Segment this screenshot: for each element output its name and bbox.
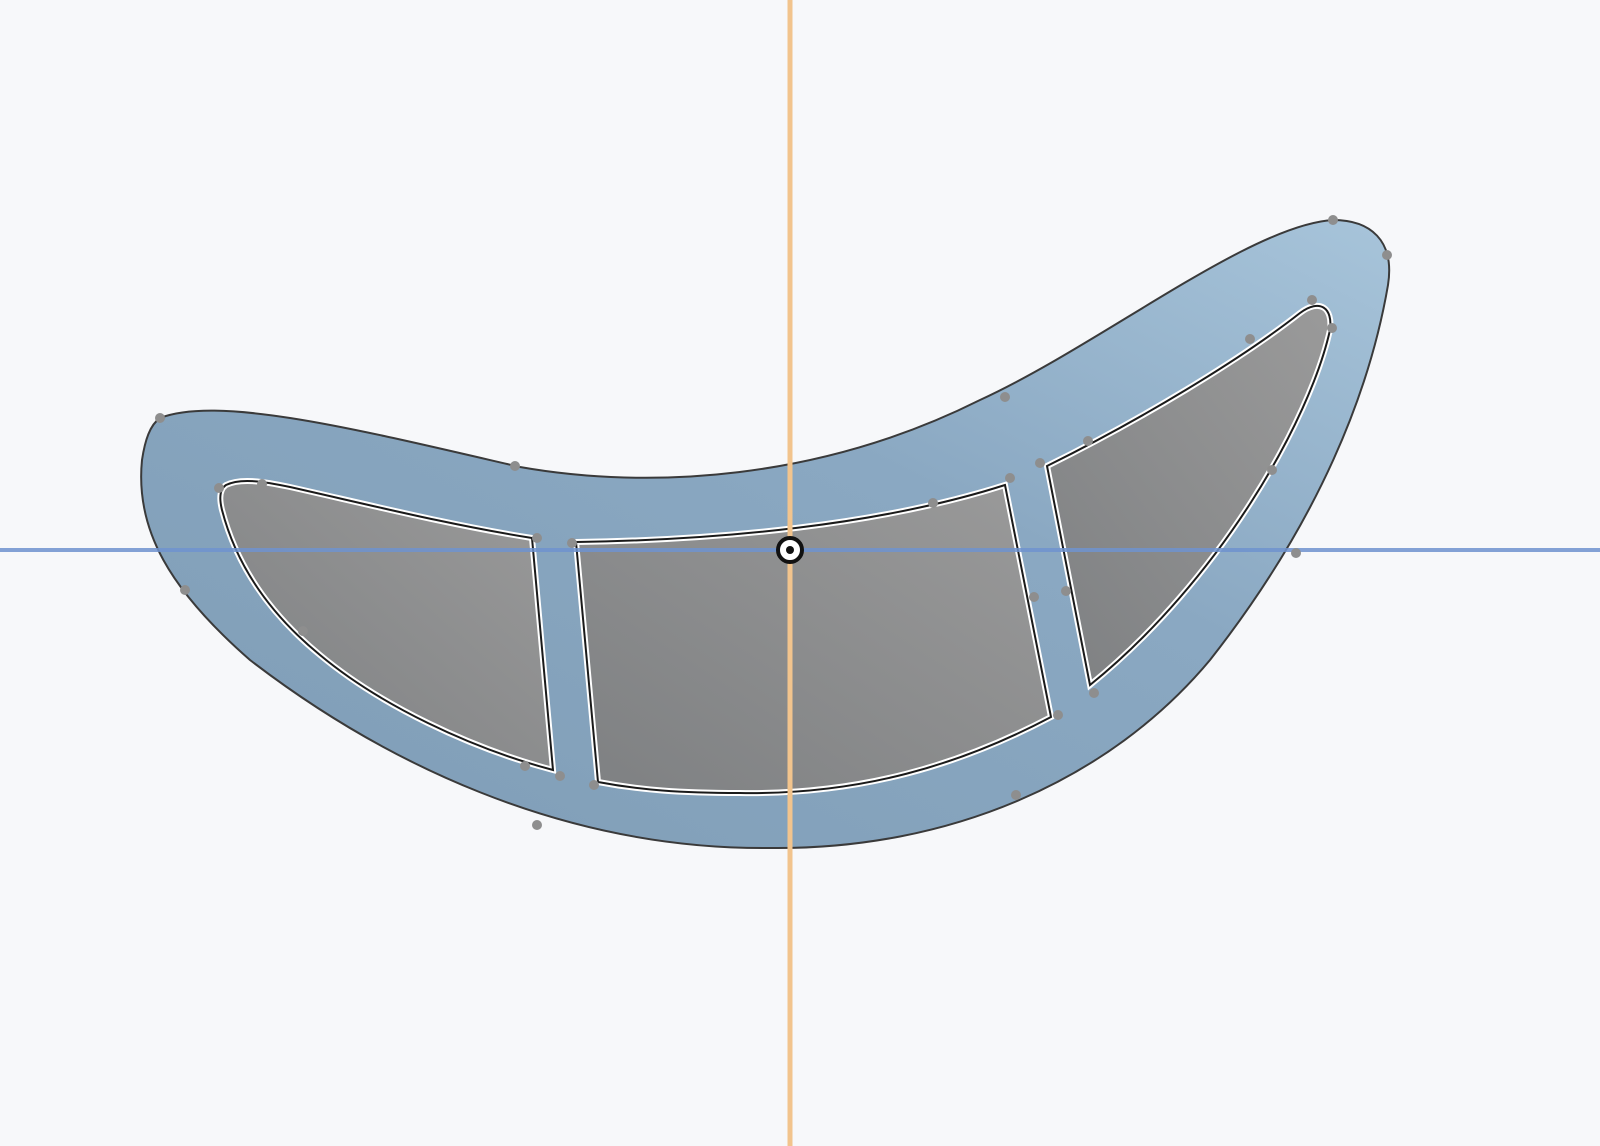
sketch-point-icon[interactable] [1327, 323, 1337, 333]
sketch-point-icon[interactable] [532, 820, 542, 830]
sketch-point-icon[interactable] [214, 483, 224, 493]
sketch-point-icon[interactable] [520, 761, 530, 771]
sketch-point-icon[interactable] [589, 780, 599, 790]
sketch-point-icon[interactable] [510, 461, 520, 471]
sketch-point-icon[interactable] [928, 498, 938, 508]
sketch-point-icon[interactable] [1000, 392, 1010, 402]
sketch-point-icon[interactable] [257, 479, 267, 489]
sketch-point-icon[interactable] [1029, 592, 1039, 602]
sketch-point-icon[interactable] [1053, 710, 1063, 720]
sketch-point-icon[interactable] [555, 771, 565, 781]
sketch-point-icon[interactable] [1005, 473, 1015, 483]
sketch-point-icon[interactable] [1083, 436, 1093, 446]
sketch-point-icon[interactable] [1382, 250, 1392, 260]
sketch-point-icon[interactable] [1011, 790, 1021, 800]
sketch-point-icon[interactable] [1267, 465, 1277, 475]
sketch-point-icon[interactable] [1245, 334, 1255, 344]
origin-icon[interactable] [776, 536, 804, 564]
sketch-point-icon[interactable] [155, 413, 165, 423]
sketch-point-icon[interactable] [1061, 586, 1071, 596]
sketch-point-icon[interactable] [180, 585, 190, 595]
sketch-svg[interactable] [0, 0, 1600, 1146]
sketch-point-icon[interactable] [1328, 215, 1338, 225]
sketch-point-icon[interactable] [1291, 548, 1301, 558]
sketch-canvas[interactable] [0, 0, 1600, 1146]
sketch-point-icon[interactable] [298, 626, 308, 636]
sketch-point-icon[interactable] [1035, 458, 1045, 468]
sketch-point-icon[interactable] [1089, 688, 1099, 698]
sketch-point-icon[interactable] [567, 538, 577, 548]
sketch-point-icon[interactable] [1307, 295, 1317, 305]
sketch-point-icon[interactable] [532, 533, 542, 543]
